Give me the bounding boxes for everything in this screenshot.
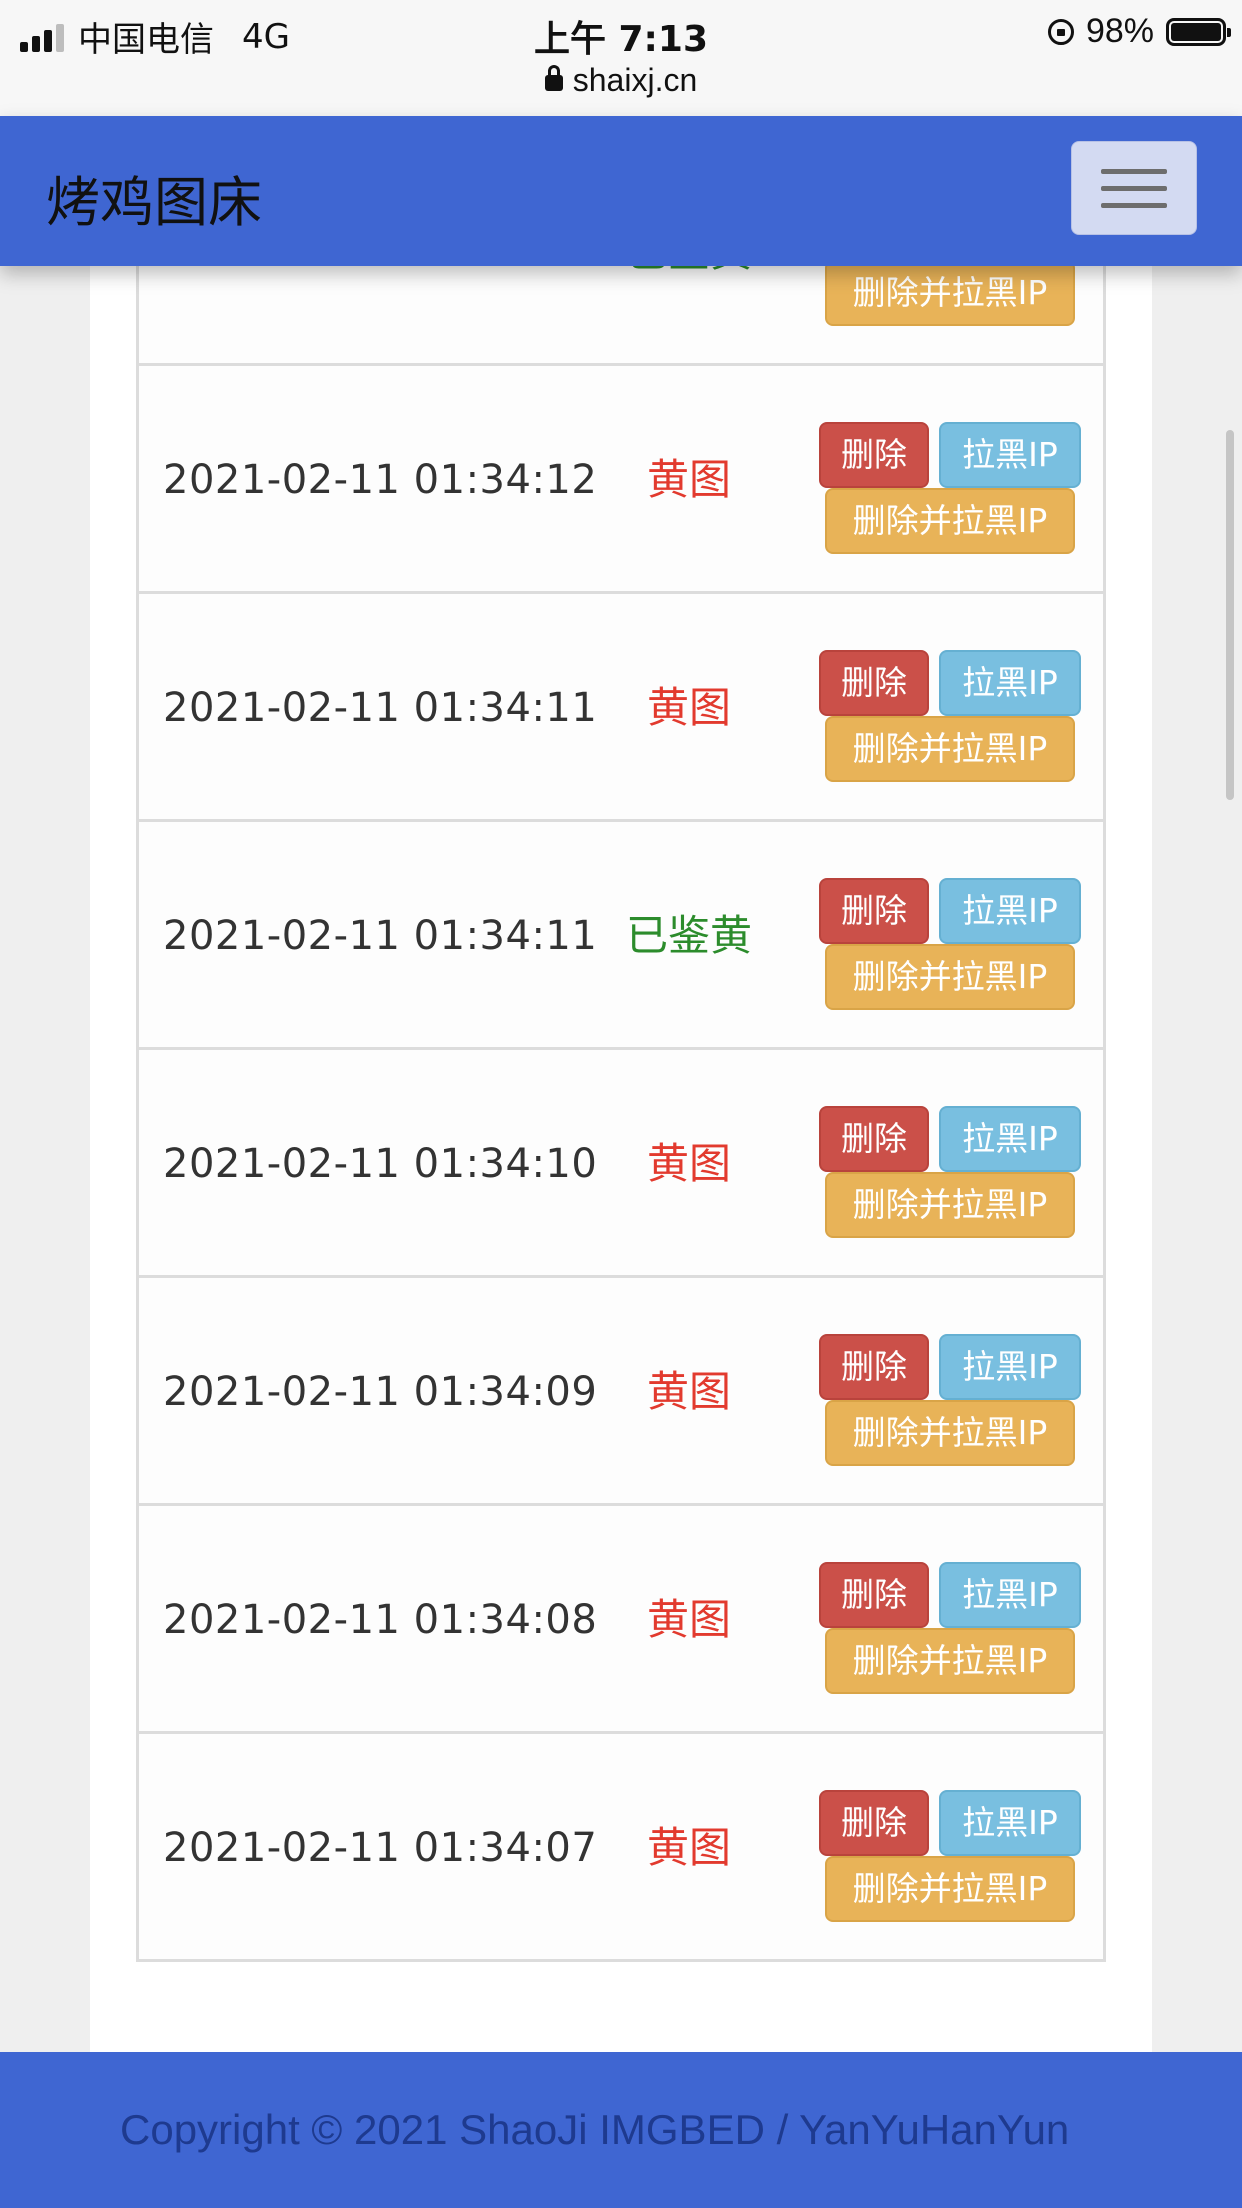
table-row: 2021-02-11 01:34:12 黄图 删除 拉黑IP 删除并拉黑IP bbox=[136, 366, 1106, 594]
block-ip-button[interactable]: 拉黑IP bbox=[939, 422, 1081, 488]
footer: Copyright © 2021 ShaoJi IMGBED / YanYuHa… bbox=[0, 2052, 1242, 2208]
block-ip-button[interactable]: 拉黑IP bbox=[939, 1562, 1081, 1628]
delete-and-block-ip-button[interactable]: 删除并拉黑IP bbox=[825, 488, 1075, 554]
hamburger-line bbox=[1101, 185, 1167, 191]
battery-icon bbox=[1166, 17, 1231, 46]
upload-time: 2021-02-11 01:34:12 bbox=[163, 457, 598, 503]
content-container: 2021-02-11 01:34:13已鉴黄删除拉黑IP删除并拉黑IP2021-… bbox=[90, 138, 1152, 2052]
table-row: 2021-02-11 01:34:10 黄图 删除 拉黑IP 删除并拉黑IP bbox=[136, 1050, 1106, 1278]
menu-toggle-button[interactable] bbox=[1071, 141, 1197, 235]
delete-button[interactable]: 删除 bbox=[819, 1562, 929, 1628]
upload-time: 2021-02-11 01:34:11 bbox=[163, 913, 598, 959]
block-ip-button[interactable]: 拉黑IP bbox=[939, 1106, 1081, 1172]
hamburger-line bbox=[1101, 202, 1167, 208]
delete-button[interactable]: 删除 bbox=[819, 1106, 929, 1172]
moderation-status: 黄图 bbox=[646, 1367, 731, 1416]
table-row: 2021-02-11 01:34:09 黄图 删除 拉黑IP 删除并拉黑IP bbox=[136, 1278, 1106, 1506]
upload-time: 2021-02-11 01:34:11 bbox=[163, 685, 598, 731]
scrollbar[interactable] bbox=[1226, 430, 1234, 800]
hamburger-line bbox=[1101, 168, 1167, 174]
table-row: 2021-02-11 01:34:08 黄图 删除 拉黑IP 删除并拉黑IP bbox=[136, 1506, 1106, 1734]
delete-button[interactable]: 删除 bbox=[819, 1334, 929, 1400]
delete-and-block-ip-button[interactable]: 删除并拉黑IP bbox=[825, 716, 1075, 782]
delete-button[interactable]: 删除 bbox=[819, 878, 929, 944]
moderation-status: 黄图 bbox=[646, 455, 731, 504]
table-row: 2021-02-11 01:34:11 黄图 删除 拉黑IP 删除并拉黑IP bbox=[136, 594, 1106, 822]
copyright-text: Copyright © 2021 ShaoJi IMGBED / YanYuHa… bbox=[120, 2106, 1070, 2153]
block-ip-button[interactable]: 拉黑IP bbox=[939, 1334, 1081, 1400]
upload-time: 2021-02-11 01:34:10 bbox=[163, 1141, 598, 1187]
brand-title[interactable]: 烤鸡图床 bbox=[46, 158, 262, 237]
delete-and-block-ip-button[interactable]: 删除并拉黑IP bbox=[825, 1628, 1075, 1694]
block-ip-button[interactable]: 拉黑IP bbox=[939, 650, 1081, 716]
upload-time: 2021-02-11 01:34:08 bbox=[163, 1597, 598, 1643]
moderation-status: 黄图 bbox=[646, 1139, 731, 1188]
upload-time: 2021-02-11 01:34:07 bbox=[163, 1825, 598, 1871]
moderation-status: 黄图 bbox=[646, 683, 731, 732]
upload-time: 2021-02-11 01:34:09 bbox=[163, 1369, 598, 1415]
moderation-status: 黄图 bbox=[646, 1595, 731, 1644]
moderation-status: 已鉴黄 bbox=[625, 911, 752, 960]
delete-and-block-ip-button[interactable]: 删除并拉黑IP bbox=[825, 1400, 1075, 1466]
delete-and-block-ip-button[interactable]: 删除并拉黑IP bbox=[825, 260, 1075, 326]
delete-button[interactable]: 删除 bbox=[819, 650, 929, 716]
block-ip-button[interactable]: 拉黑IP bbox=[939, 878, 1081, 944]
navbar: 烤鸡图床 bbox=[0, 116, 1242, 266]
moderation-status: 黄图 bbox=[646, 1823, 731, 1872]
image-table: 2021-02-11 01:34:13已鉴黄删除拉黑IP删除并拉黑IP2021-… bbox=[136, 0, 1106, 1962]
delete-button[interactable]: 删除 bbox=[819, 1790, 929, 1856]
delete-button[interactable]: 删除 bbox=[819, 422, 929, 488]
table-row: 2021-02-11 01:34:11 已鉴黄 删除 拉黑IP 删除并拉黑IP bbox=[136, 822, 1106, 1050]
table-row: 2021-02-11 01:34:07 黄图 删除 拉黑IP 删除并拉黑IP bbox=[136, 1734, 1106, 1962]
block-ip-button[interactable]: 拉黑IP bbox=[939, 1790, 1081, 1856]
delete-and-block-ip-button[interactable]: 删除并拉黑IP bbox=[825, 1172, 1075, 1238]
delete-and-block-ip-button[interactable]: 删除并拉黑IP bbox=[825, 1856, 1075, 1922]
delete-and-block-ip-button[interactable]: 删除并拉黑IP bbox=[825, 944, 1075, 1010]
